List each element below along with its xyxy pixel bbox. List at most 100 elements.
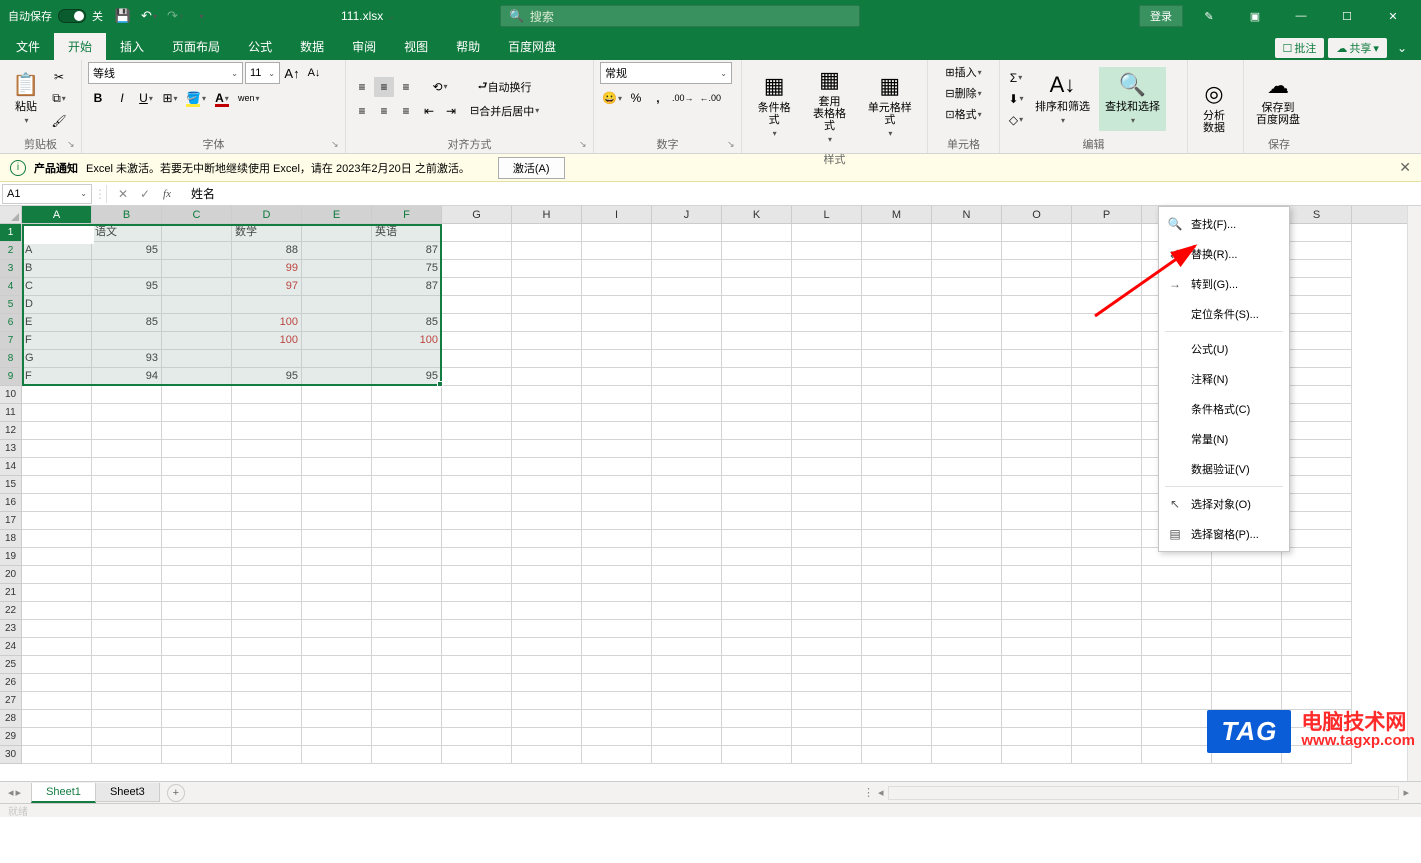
cell[interactable] [232,584,302,602]
cell[interactable]: 95 [232,368,302,386]
cell[interactable] [372,728,442,746]
cell[interactable] [582,440,652,458]
row-header[interactable]: 20 [0,566,22,584]
cell[interactable] [162,314,232,332]
cell[interactable] [302,674,372,692]
cell[interactable]: D [22,296,92,314]
phonetic-icon[interactable]: wen▾ [236,88,262,108]
column-header[interactable]: K [722,206,792,223]
cell[interactable] [1072,350,1142,368]
cell[interactable] [652,566,722,584]
cell[interactable] [1142,674,1212,692]
cell[interactable] [162,386,232,404]
cell[interactable] [512,224,582,242]
cell[interactable] [372,656,442,674]
cell[interactable] [722,728,792,746]
cell[interactable] [232,530,302,548]
row-header[interactable]: 25 [0,656,22,674]
cell[interactable] [1002,332,1072,350]
cell[interactable] [162,224,232,242]
font-size-combo[interactable]: 11⌄ [245,62,280,84]
horizontal-scrollbar[interactable]: ⋮◂▸ [863,786,1413,800]
cell[interactable] [582,350,652,368]
cell[interactable] [1072,674,1142,692]
cell[interactable] [22,602,92,620]
cell[interactable] [1002,692,1072,710]
cell[interactable] [302,422,372,440]
cell[interactable] [862,476,932,494]
cell[interactable] [792,620,862,638]
cell[interactable] [22,710,92,728]
cell[interactable] [932,512,1002,530]
menu-item[interactable]: →转到(G)... [1159,269,1289,299]
share-button[interactable]: ☁ 共享 ▾ [1328,38,1387,58]
cell[interactable] [652,350,722,368]
cell[interactable] [862,620,932,638]
cell[interactable] [442,458,512,476]
cell[interactable] [582,512,652,530]
cell[interactable] [22,476,92,494]
cell[interactable] [1072,476,1142,494]
cell[interactable] [302,494,372,512]
cell[interactable] [722,260,792,278]
cell[interactable] [582,278,652,296]
cell[interactable] [1072,494,1142,512]
cell[interactable] [162,350,232,368]
row-header[interactable]: 24 [0,638,22,656]
cell[interactable]: E [22,314,92,332]
cell[interactable] [652,656,722,674]
cell[interactable] [1072,548,1142,566]
cell[interactable] [792,710,862,728]
cell[interactable]: 100 [232,332,302,350]
cell[interactable] [582,584,652,602]
cell[interactable] [1002,494,1072,512]
menu-item[interactable]: 定位条件(S)... [1159,299,1289,329]
cell[interactable] [1282,350,1352,368]
row-header[interactable]: 22 [0,602,22,620]
decrease-font-icon[interactable]: A↓ [304,63,324,83]
cell[interactable] [862,530,932,548]
align-left-icon[interactable]: ≡ [352,101,372,121]
cell[interactable]: F [22,368,92,386]
cell[interactable] [92,566,162,584]
cell[interactable]: 95 [92,242,162,260]
cell[interactable] [932,530,1002,548]
cell[interactable] [92,674,162,692]
cell[interactable] [1282,476,1352,494]
cell[interactable] [862,566,932,584]
cell[interactable] [22,692,92,710]
row-header[interactable]: 14 [0,458,22,476]
row-header[interactable]: 7 [0,332,22,350]
cell[interactable]: 姓名 [22,224,92,242]
column-header[interactable]: A [22,206,92,223]
cell[interactable] [442,332,512,350]
cell[interactable] [1072,728,1142,746]
cell[interactable] [652,440,722,458]
cell[interactable] [162,638,232,656]
column-header[interactable]: J [652,206,722,223]
cell[interactable] [652,260,722,278]
save-icon[interactable]: 💾 [113,6,133,26]
cell[interactable] [862,674,932,692]
cell[interactable] [1282,260,1352,278]
cell[interactable] [792,278,862,296]
cell[interactable] [302,368,372,386]
cell[interactable] [22,530,92,548]
cell[interactable] [932,602,1002,620]
cell[interactable] [582,224,652,242]
cell[interactable] [1002,440,1072,458]
bold-icon[interactable]: B [88,88,108,108]
cell[interactable]: 数学 [232,224,302,242]
cell[interactable] [442,728,512,746]
cell[interactable] [1072,404,1142,422]
cell[interactable] [932,332,1002,350]
cell[interactable] [22,584,92,602]
cell[interactable] [722,350,792,368]
row-header[interactable]: 1 [0,224,22,242]
cell[interactable] [512,386,582,404]
cell[interactable] [722,692,792,710]
row-header[interactable]: 10 [0,386,22,404]
column-header[interactable]: M [862,206,932,223]
cell[interactable] [792,602,862,620]
fx-icon[interactable]: fx [157,185,177,203]
